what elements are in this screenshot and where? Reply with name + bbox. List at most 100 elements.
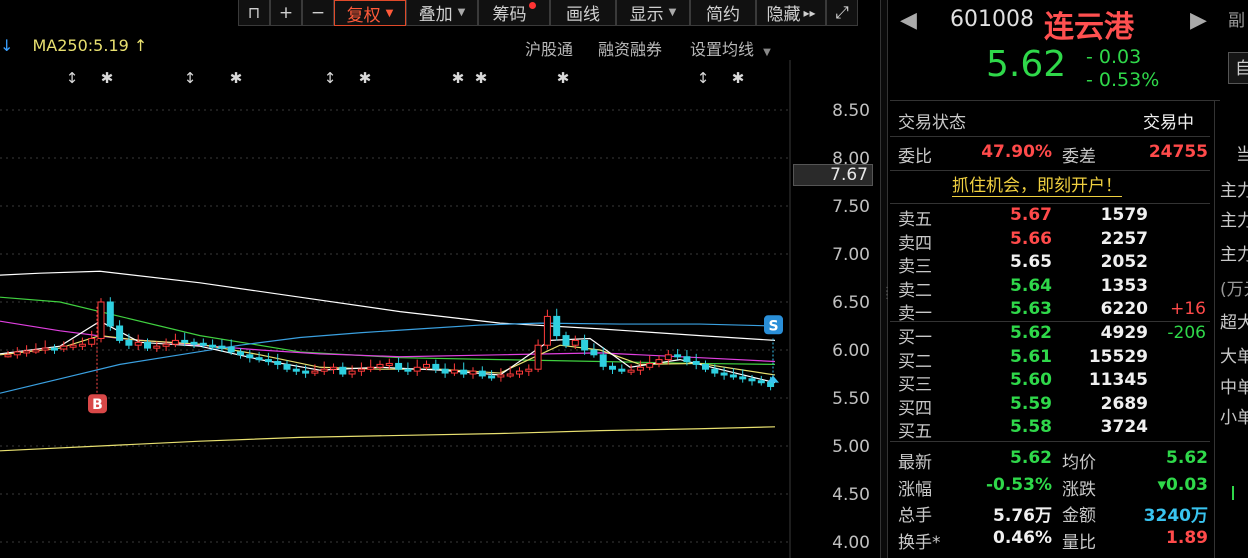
candle-body	[60, 345, 68, 350]
candle-body	[264, 359, 272, 363]
stock-name: 连云港	[1044, 10, 1134, 45]
candle-body	[488, 375, 496, 379]
stat-value: 5.62	[1166, 448, 1208, 468]
event-star-icon: ✱	[230, 69, 243, 87]
toolbar-label: 简约	[706, 5, 740, 25]
ma-settings-button[interactable]: 设置均线 ▼	[690, 36, 771, 60]
bid-row[interactable]: 买一 5.62 4929 -206	[898, 323, 1210, 348]
stat-value: 3240万	[1143, 506, 1208, 526]
ask-row[interactable]: 卖三 5.65 2052	[898, 252, 1210, 277]
lock-open-button[interactable]: ⊓	[238, 0, 270, 26]
last-price-pointer-icon	[767, 375, 779, 383]
toolbar-item-5[interactable]: 筹码	[478, 0, 550, 26]
level-volume: 2689	[1100, 393, 1148, 414]
minus-icon: −	[310, 2, 326, 23]
kline-chart[interactable]: ↕ ✱ ↕ ✱ ↕ ✱ ✱ ✱ ✱ ↕ ✱ 8.508.007.507.006.506.005.50…	[0, 60, 878, 558]
far-right-tab[interactable]: 当	[1236, 140, 1248, 165]
expand-button[interactable]: ⤢	[826, 0, 858, 26]
candle-body	[171, 339, 179, 345]
stat-value: 0.46%	[993, 527, 1052, 548]
toolbar-item-8[interactable]: 简约	[690, 0, 756, 26]
separator	[890, 170, 1210, 171]
candle-body	[246, 354, 254, 359]
candle-body	[292, 368, 300, 372]
candle-body	[106, 301, 114, 327]
candle-body	[525, 368, 533, 372]
far-right-top: 副	[1228, 11, 1245, 31]
sell-marker-label: S	[768, 318, 778, 334]
flow-bar	[1232, 486, 1234, 500]
hgt-link[interactable]: 沪股通	[525, 36, 573, 60]
level-label: 买三	[898, 375, 932, 395]
caret-down-icon: ▼	[763, 47, 771, 58]
candle-body	[404, 368, 412, 372]
ma-indicator-line: ↓ MA250:5.19 ↑	[0, 36, 147, 60]
panel-splitter[interactable]: ⋮ ⋮	[880, 0, 892, 558]
bid-row[interactable]: 买五 5.58 3724	[898, 417, 1210, 442]
candle-body	[683, 356, 691, 363]
expand-icon: ⤢	[835, 2, 849, 23]
toolbar-item-4[interactable]: 叠加 ▼	[406, 0, 478, 26]
candle-body	[125, 339, 133, 346]
triangle-right-icon: ▶	[1190, 8, 1207, 33]
candle-body	[655, 359, 663, 364]
level-label: 买一	[898, 328, 932, 348]
bid-row[interactable]: 买三 5.60 11345	[898, 370, 1210, 395]
prev-stock-button[interactable]: ◀	[900, 8, 917, 33]
candle-body	[757, 380, 765, 384]
bid-row[interactable]: 买二 5.61 15529	[898, 347, 1210, 372]
stat-value: ▾0.03	[1157, 474, 1208, 495]
candle-body	[534, 344, 542, 370]
level-price: 5.65	[1010, 252, 1052, 272]
event-star-icon: ✱	[732, 69, 745, 87]
flow-row-label: 小单	[1220, 408, 1248, 428]
y-tick-label: 7.00	[832, 245, 870, 265]
stat-label: 涨跌	[1062, 479, 1096, 500]
event-star-icon: ✱	[452, 69, 465, 87]
flow-row-label: 主力	[1220, 245, 1248, 265]
level-volume: 3724	[1100, 417, 1148, 437]
bid-row[interactable]: 买四 5.59 2689	[898, 393, 1210, 419]
open-account-link[interactable]: 抓住机会，即刻开户！	[952, 176, 1122, 197]
candle-body	[69, 344, 77, 348]
separator	[890, 136, 1210, 137]
separator	[890, 100, 1220, 101]
level-volume: 1579	[1100, 205, 1148, 225]
ask-row[interactable]: 卖五 5.67 1579	[898, 205, 1210, 230]
level-price: 5.64	[1010, 275, 1052, 296]
candle-body	[97, 301, 105, 339]
price-tag-value: 7.67	[830, 165, 868, 185]
minus-button[interactable]: −	[302, 0, 334, 26]
candle-body	[227, 346, 235, 353]
candle-body	[460, 369, 468, 375]
ask-row[interactable]: 卖二 5.64 1353	[898, 275, 1210, 301]
level-volume: 4929	[1100, 323, 1148, 343]
weibi-value: 47.90%	[981, 142, 1052, 162]
caret-down-icon: ▼	[385, 7, 394, 19]
candle-body	[88, 337, 96, 345]
level-label: 卖三	[898, 257, 932, 277]
candle-body	[144, 341, 151, 349]
double-chevron-right-icon: ▸▸	[803, 5, 816, 20]
event-star-icon: ✱	[475, 69, 488, 87]
event-arrow-icon: ↕	[697, 69, 710, 87]
ask-row[interactable]: 卖四 5.66 2257	[898, 229, 1210, 254]
toolbar-item-6[interactable]: 画线	[550, 0, 616, 26]
next-stock-button[interactable]: ▶	[1190, 8, 1207, 33]
toolbar-item-3[interactable]: 复权 ▼	[334, 0, 406, 26]
margin-trading-link[interactable]: 融资融券	[598, 36, 662, 60]
candle-body	[702, 363, 709, 370]
add-watchlist-button[interactable]: 自	[1228, 52, 1248, 84]
level-price: 5.59	[1010, 393, 1052, 414]
candle-body	[153, 345, 161, 349]
ask-row[interactable]: 卖一 5.63 6220 +16	[898, 299, 1210, 324]
plus-button[interactable]: +	[270, 0, 302, 26]
candle-body	[357, 368, 365, 372]
candle-body	[423, 363, 430, 368]
candle-body	[516, 370, 523, 375]
candle-body	[506, 373, 514, 377]
toolbar-label: 隐藏	[766, 5, 801, 25]
toolbar-item-9[interactable]: 隐藏 ▸▸	[756, 0, 826, 26]
buy-marker-label: B	[92, 397, 103, 413]
toolbar-item-7[interactable]: 显示 ▼	[616, 0, 690, 26]
